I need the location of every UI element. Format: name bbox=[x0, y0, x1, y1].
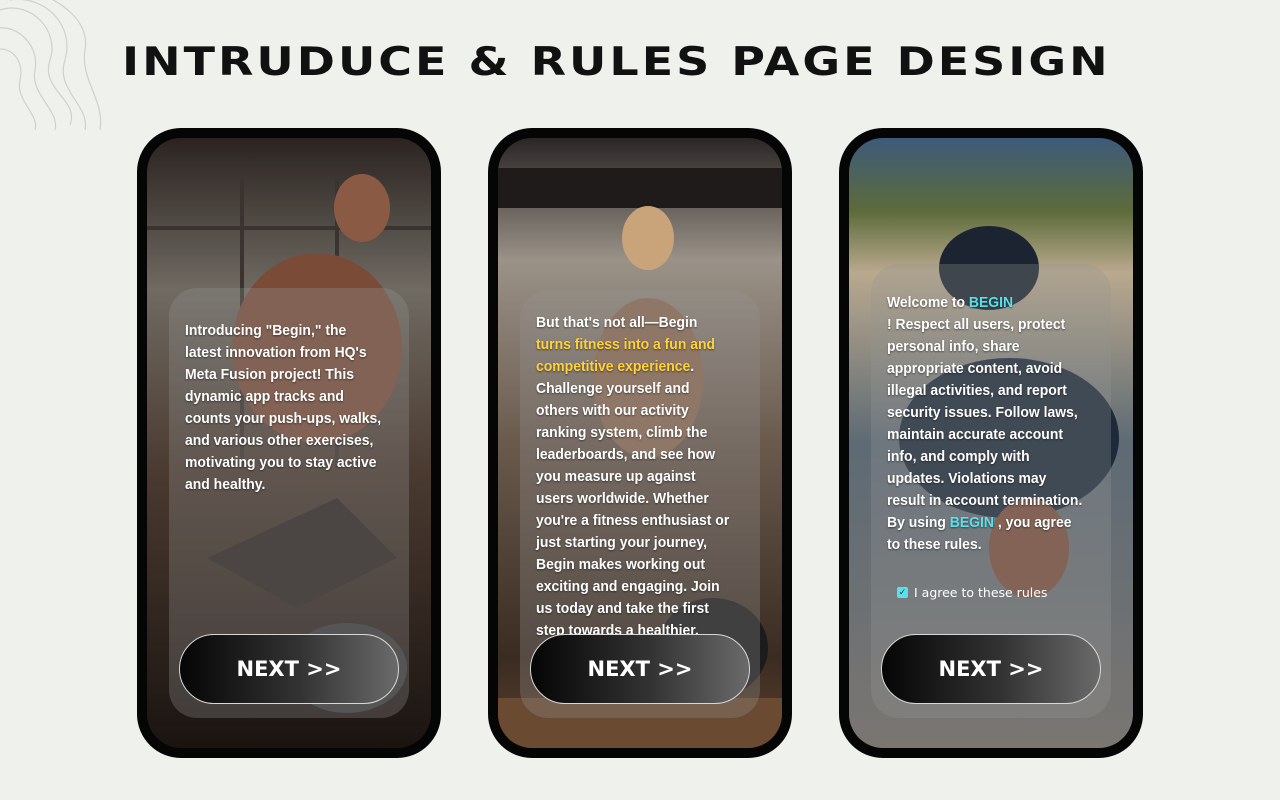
next-button[interactable]: NEXT >> bbox=[530, 634, 750, 704]
phone-rules: Welcome to BEGIN! Respect all users, pro… bbox=[839, 128, 1143, 758]
features-text: But that's not all—Begin turns fitness i… bbox=[536, 312, 735, 664]
rules-text: Welcome to BEGIN! Respect all users, pro… bbox=[887, 292, 1086, 556]
highlight-text: turns fitness into a fun and competitive… bbox=[536, 336, 716, 375]
text-segment: . Challenge yourself and others with our… bbox=[536, 358, 730, 661]
text-segment: ! Respect all users, protect personal in… bbox=[887, 316, 1083, 531]
agree-checkbox[interactable]: ✓ I agree to these rules bbox=[897, 585, 1047, 600]
phone-intro: Introducing "Begin," the latest innovati… bbox=[137, 128, 441, 758]
phone-features: But that's not all—Begin turns fitness i… bbox=[488, 128, 792, 758]
phone-screen: But that's not all—Begin turns fitness i… bbox=[498, 138, 782, 748]
check-icon[interactable]: ✓ bbox=[897, 587, 908, 598]
next-button[interactable]: NEXT >> bbox=[179, 634, 399, 704]
intro-text: Introducing "Begin," the latest innovati… bbox=[185, 320, 384, 496]
phone-screen: Welcome to BEGIN! Respect all users, pro… bbox=[849, 138, 1133, 748]
page-title: INTRUDUCE & RULES PAGE DESIGN bbox=[122, 38, 1111, 85]
agree-label: I agree to these rules bbox=[914, 585, 1048, 600]
next-button[interactable]: NEXT >> bbox=[881, 634, 1101, 704]
intro-paragraph: Introducing "Begin," the latest innovati… bbox=[185, 322, 382, 493]
text-segment: Welcome to bbox=[887, 294, 969, 311]
text-segment: But that's not all—Begin bbox=[536, 314, 698, 331]
phone-screen: Introducing "Begin," the latest innovati… bbox=[147, 138, 431, 748]
brand-name: BEGIN bbox=[949, 514, 994, 531]
brand-name: BEGIN bbox=[968, 294, 1014, 311]
